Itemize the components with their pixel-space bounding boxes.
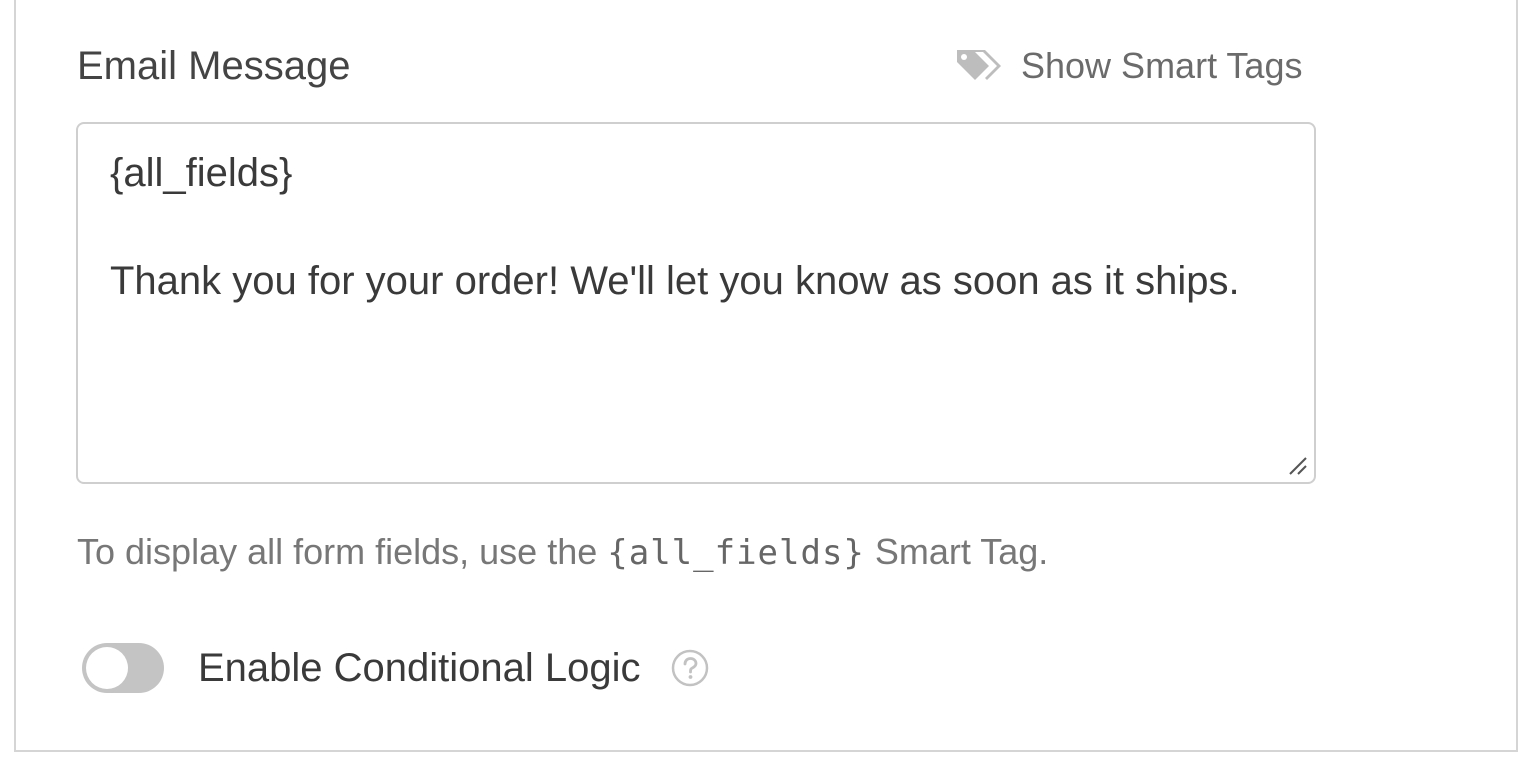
conditional-logic-label: Enable Conditional Logic xyxy=(198,645,641,690)
show-smart-tags-link[interactable]: Show Smart Tags xyxy=(955,42,1302,90)
tags-icon xyxy=(955,46,1003,86)
conditional-logic-toggle[interactable] xyxy=(82,643,164,693)
all-fields-smart-tag-code: {all_fields} xyxy=(607,533,865,573)
email-message-label: Email Message xyxy=(77,44,351,88)
help-suffix: Smart Tag. xyxy=(864,531,1049,572)
show-smart-tags-label: Show Smart Tags xyxy=(1021,45,1303,86)
email-message-textarea[interactable]: {all_fields} Thank you for your order! W… xyxy=(76,122,1316,484)
email-message-value: {all_fields} Thank you for your order! W… xyxy=(110,151,1240,303)
email-message-help-text: To display all form fields, use the {all… xyxy=(77,528,1048,577)
toggle-knob xyxy=(86,647,128,689)
conditional-logic-row: Enable Conditional Logic xyxy=(82,640,709,696)
resize-handle-icon[interactable] xyxy=(1286,454,1308,476)
help-prefix: To display all form fields, use the xyxy=(77,531,608,572)
question-circle-icon[interactable] xyxy=(671,649,709,687)
